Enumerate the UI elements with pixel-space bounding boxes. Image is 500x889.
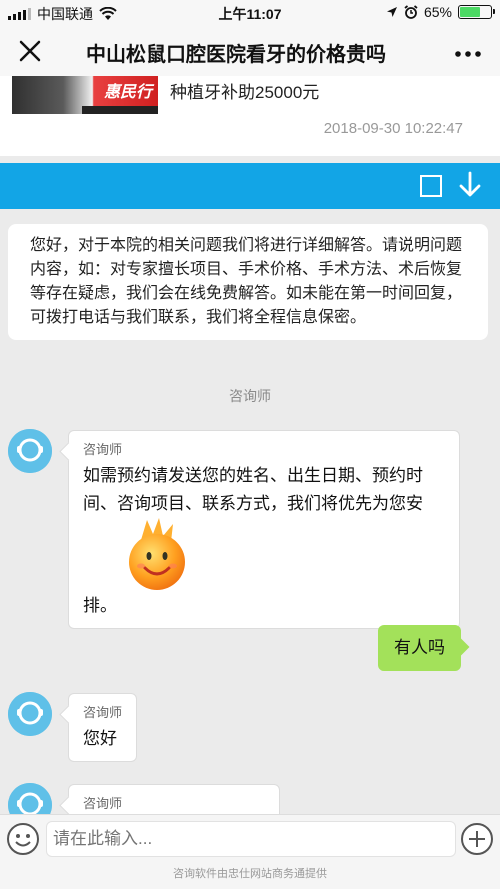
sender-name: 咨询师 [83, 442, 123, 457]
plus-icon[interactable] [460, 822, 494, 856]
system-label: 咨询师 [229, 388, 271, 404]
location-icon [386, 7, 397, 17]
emoji-icon[interactable] [6, 822, 40, 856]
sender-name: 咨询师 [83, 796, 123, 811]
article-thumbnail: 惠民行 [12, 76, 158, 114]
chat-toolbar [0, 163, 500, 209]
sender-name: 咨询师 [83, 705, 123, 720]
status-bar: 中国联通 上午11:07 65% [0, 0, 500, 26]
status-right: 65% [386, 4, 495, 20]
consultant-avatar [8, 429, 52, 473]
message-input[interactable] [46, 821, 456, 857]
article-headline: 种植牙补助25000元 [170, 83, 320, 102]
message-text: 您好 [83, 729, 117, 748]
battery-icon [458, 5, 495, 19]
nav-bar: 中山松鼠口腔医院看牙的价格贵吗 [0, 26, 500, 76]
battery-percent: 65% [423, 4, 452, 20]
more-icon[interactable] [454, 39, 482, 65]
article-card[interactable]: 惠民行 种植牙补助25000元 2018-09-30 10:22:47 [0, 76, 500, 156]
close-icon[interactable] [14, 35, 46, 67]
powered-by-footer: 咨询软件由忠仕网站商务通提供 [0, 862, 500, 889]
article-date: 2018-09-30 10:22:47 [323, 120, 463, 137]
page-title: 中山松鼠口腔医院看牙的价格贵吗 [86, 44, 386, 66]
input-bar [0, 814, 500, 862]
smiling-sun-emoji-icon [129, 518, 185, 590]
message-text: 如需预约请发送您的姓名、出生日期、预约时间、咨询项目、联系方式，我们将优先为您安… [83, 466, 423, 615]
consultant-message: 咨询师 如需预约请发送您的姓名、出生日期、预约时间、咨询项目、联系方式，我们将优… [68, 430, 460, 629]
alarm-icon [404, 5, 418, 19]
my-message: 有人吗 [378, 625, 461, 671]
download-icon[interactable] [456, 169, 484, 201]
consultant-message: 咨询师 您好 [68, 693, 138, 762]
minimize-icon[interactable] [420, 175, 442, 197]
consultant-avatar [8, 692, 52, 736]
welcome-notice: 您好，对于本院的相关问题我们将进行详细解答。请说明问题内容，如：对专家擅长项目、… [8, 224, 488, 340]
thumbnail-promo-text: 惠民行 [103, 82, 152, 101]
